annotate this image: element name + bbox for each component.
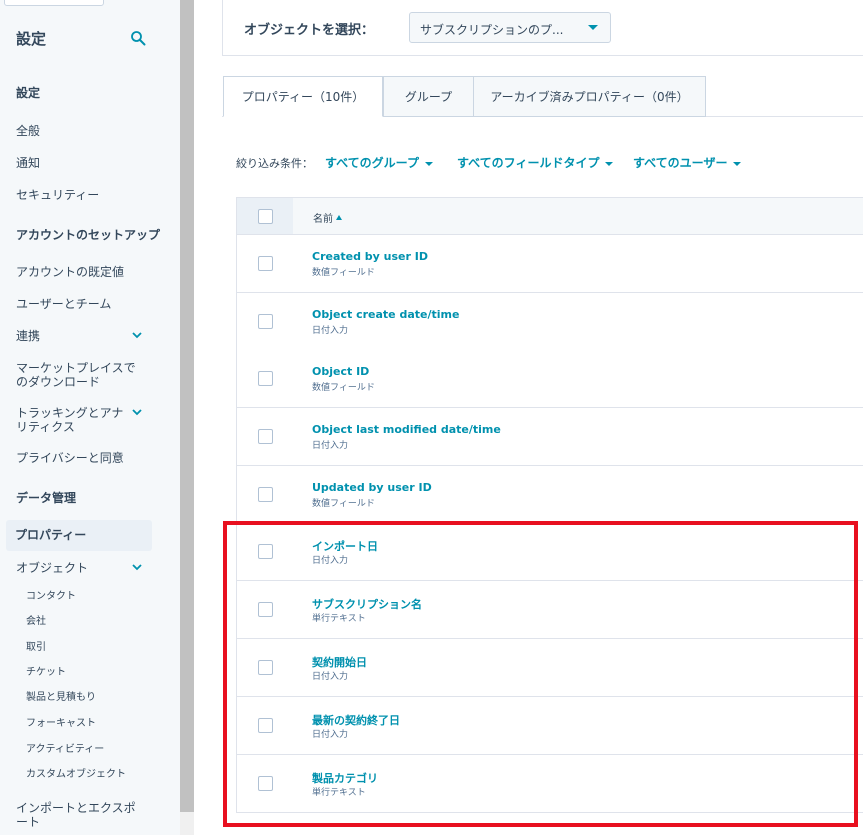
filter-user-label: すべてのユーザー [633, 156, 728, 170]
table-row: Object create date/time 日付入力 [236, 293, 863, 351]
caret-down-icon [733, 161, 742, 166]
filter-user-dropdown[interactable]: すべてのユーザー [633, 154, 742, 171]
table-row: Updated by user ID 数値フィールド [236, 466, 863, 524]
caret-down-icon [424, 161, 433, 166]
table-row: Object last modified date/time 日付入力 [236, 408, 863, 466]
column-header-name[interactable]: 名前 [313, 210, 342, 225]
chevron-down-icon[interactable] [131, 561, 143, 573]
nav-item-notifications[interactable]: 通知 [16, 156, 40, 170]
nav-section-account-setup: アカウントのセットアップ [16, 228, 161, 242]
caret-down-icon [605, 161, 614, 166]
nav-subitem-contacts[interactable]: コンタクト [26, 590, 76, 604]
nav-item-properties[interactable]: プロパティー [6, 520, 152, 551]
nav-subitem-tickets[interactable]: チケット [26, 666, 66, 680]
property-type: 数値フィールド [312, 268, 375, 278]
nav-item-general[interactable]: 全般 [16, 124, 40, 138]
header-checkbox-cell [237, 198, 293, 234]
table-row: Object ID 数値フィールド [236, 350, 863, 408]
nav-item-tracking-analytics[interactable]: トラッキングとアナリティクス [16, 406, 128, 434]
row-checkbox[interactable] [258, 429, 273, 444]
row-checkbox[interactable] [258, 371, 273, 386]
property-type: 数値フィールド [312, 499, 375, 509]
tab-groups[interactable]: グループ [383, 76, 474, 117]
chevron-down-icon[interactable] [131, 329, 143, 341]
select-all-checkbox[interactable] [258, 209, 273, 224]
search-icon[interactable] [130, 30, 146, 46]
sort-ascending-icon [336, 215, 342, 220]
sidebar-top-button[interactable] [4, 0, 104, 6]
sidebar-scrollbar-thumb[interactable] [180, 0, 194, 812]
table-header: 名前 [236, 197, 863, 235]
tab-properties[interactable]: プロパティー（10件） [223, 76, 383, 117]
property-type: 日付入力 [312, 326, 349, 336]
nav-item-objects[interactable]: オブジェクト [16, 561, 88, 575]
sidebar-title: 設定 [16, 30, 47, 48]
property-type: 日付入力 [312, 441, 349, 451]
property-name-link[interactable]: Object create date/time [312, 308, 459, 321]
caret-down-icon [588, 25, 598, 30]
nav-subitem-activities[interactable]: アクティビティー [26, 743, 104, 757]
table-row: Created by user ID 数値フィールド [236, 235, 863, 293]
nav-item-integrations[interactable]: 連携 [16, 329, 40, 343]
nav-item-users-teams[interactable]: ユーザーとチーム [16, 297, 111, 311]
nav-section-settings: 設定 [16, 86, 41, 100]
property-type: 数値フィールド [312, 383, 375, 393]
filter-field-type-dropdown[interactable]: すべてのフィールドタイプ [457, 154, 614, 171]
column-header-name-label: 名前 [313, 214, 333, 225]
nav-item-privacy-consent[interactable]: プライバシーと同意 [16, 451, 124, 465]
filter-group-dropdown[interactable]: すべてのグループ [325, 154, 433, 171]
property-name-link[interactable]: Updated by user ID [312, 481, 432, 494]
nav-section-data-management: データ管理 [16, 491, 77, 505]
filter-label: 絞り込み条件： [236, 157, 313, 170]
nav-subitem-forecast[interactable]: フォーキャスト [26, 717, 96, 731]
filter-field-type-label: すべてのフィールドタイプ [457, 156, 600, 170]
nav-item-security[interactable]: セキュリティー [16, 188, 99, 202]
row-checkbox[interactable] [258, 487, 273, 502]
property-name-link[interactable]: Object ID [312, 365, 369, 378]
property-name-link[interactable]: Object last modified date/time [312, 423, 501, 436]
settings-sidebar: 設定 設定 全般 通知 セキュリティー アカウントのセットアップ アカウントの既… [0, 0, 180, 835]
nav-item-import-export[interactable]: インポートとエクスポート [16, 801, 146, 829]
filter-group-label: すべてのグループ [325, 156, 419, 170]
object-select-value: サブスクリプションのプ... [420, 23, 564, 37]
tab-archived-properties[interactable]: アーカイブ済みプロパティー（0件） [473, 76, 706, 117]
row-checkbox[interactable] [258, 314, 273, 329]
object-selector-label: オブジェクトを選択： [244, 23, 375, 38]
highlight-box [223, 521, 858, 827]
object-select-dropdown[interactable]: サブスクリプションのプ... [409, 12, 611, 43]
nav-subitem-deals[interactable]: 取引 [26, 641, 46, 655]
nav-item-marketplace-downloads[interactable]: マーケットプレイスでのダウンロード [16, 361, 146, 389]
nav-subitem-companies[interactable]: 会社 [26, 615, 46, 629]
nav-subitem-custom-objects[interactable]: カスタムオブジェクト [26, 768, 126, 782]
row-checkbox[interactable] [258, 256, 273, 271]
property-name-link[interactable]: Created by user ID [312, 250, 428, 263]
nav-subitem-products-quotes[interactable]: 製品と見積もり [26, 691, 96, 705]
nav-item-account-defaults[interactable]: アカウントの既定値 [16, 265, 124, 279]
chevron-down-icon[interactable] [131, 406, 143, 418]
